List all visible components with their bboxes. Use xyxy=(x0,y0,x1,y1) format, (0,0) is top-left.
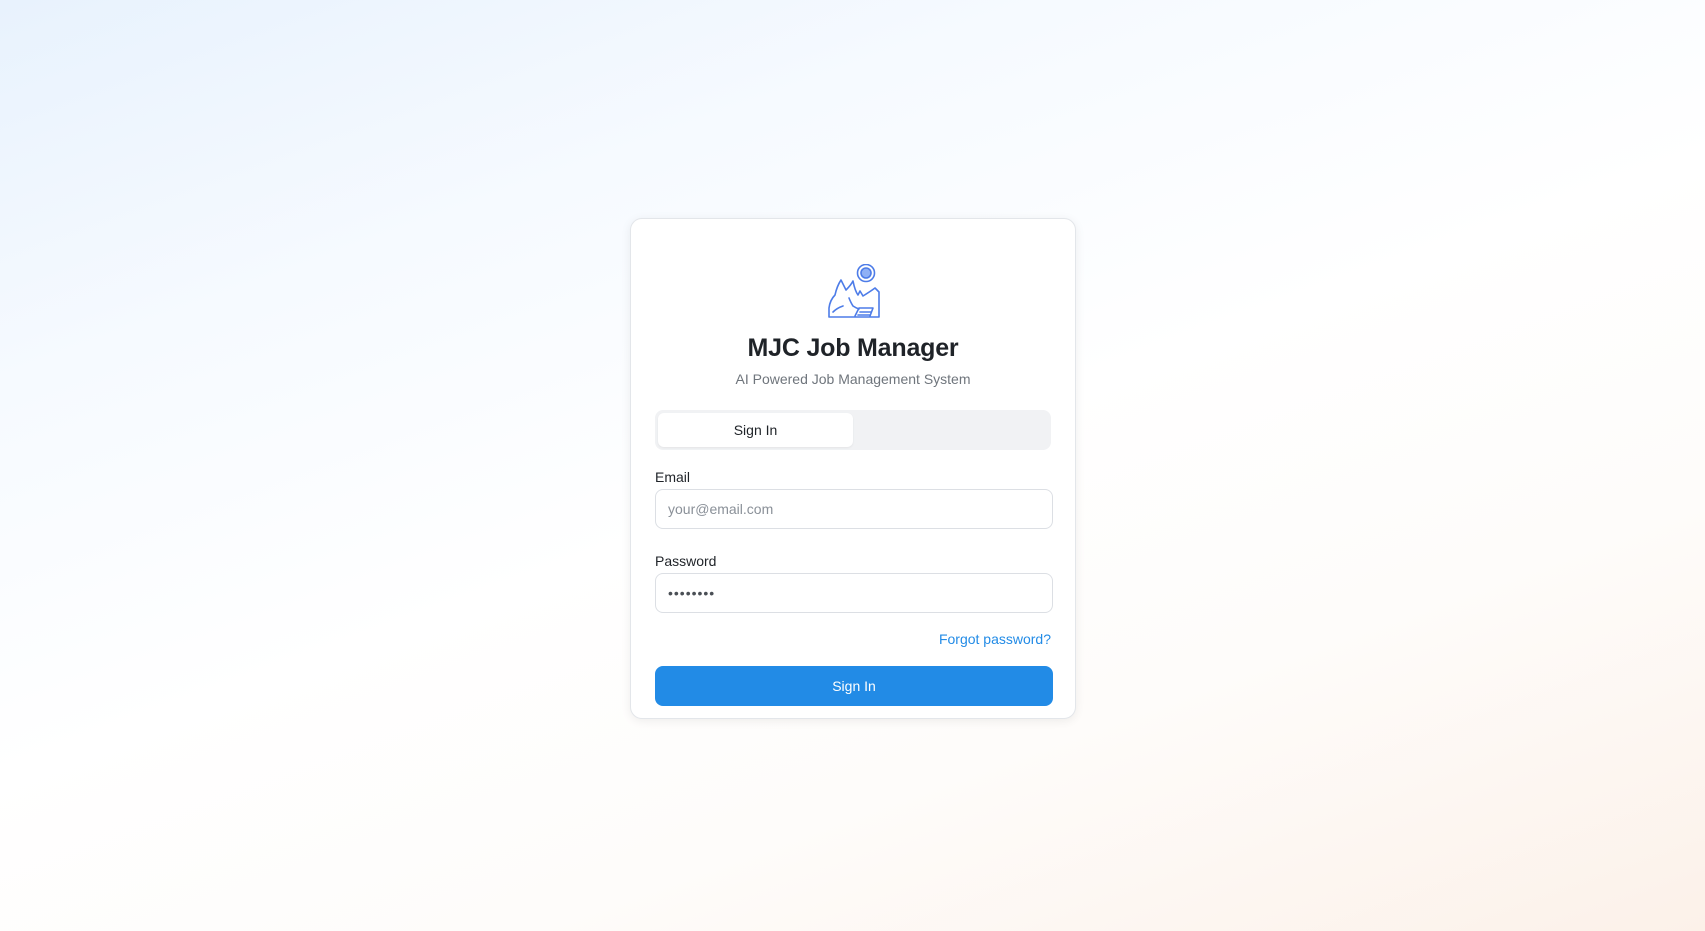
app-subtitle: AI Powered Job Management System xyxy=(735,371,971,387)
mountain-sun-logo-icon xyxy=(828,264,880,318)
forgot-password-link[interactable]: Forgot password? xyxy=(939,631,1051,647)
forgot-row: Forgot password? xyxy=(655,630,1051,649)
tab-sign-in[interactable]: Sign In xyxy=(658,413,853,447)
login-card: MJC Job Manager AI Powered Job Managemen… xyxy=(630,218,1076,719)
email-label: Email xyxy=(655,469,691,485)
sign-in-button[interactable]: Sign In xyxy=(655,666,1053,706)
tab-empty[interactable] xyxy=(853,413,1048,447)
auth-tabs: Sign In xyxy=(655,410,1051,450)
password-label: Password xyxy=(655,553,717,569)
email-field[interactable] xyxy=(655,489,1053,529)
password-field[interactable] xyxy=(655,573,1053,613)
app-title: MJC Job Manager xyxy=(747,334,959,362)
